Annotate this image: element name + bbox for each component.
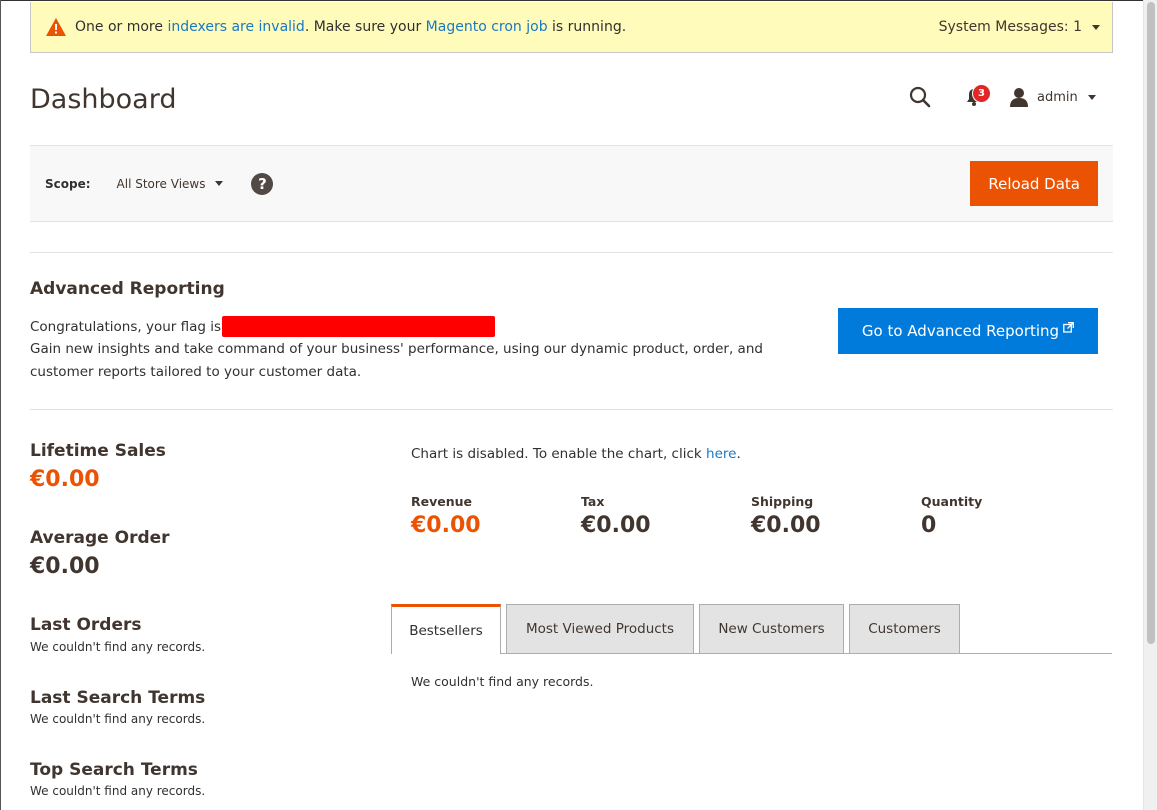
divider <box>30 409 1113 410</box>
chevron-down-icon <box>215 181 224 186</box>
search-button[interactable] <box>905 82 935 112</box>
last-orders-empty: We couldn't find any records. <box>30 640 206 654</box>
help-icon[interactable]: ? <box>251 172 274 195</box>
tab-bestsellers[interactable]: Bestsellers <box>391 604 501 654</box>
scrollbar-thumb[interactable] <box>1147 2 1155 644</box>
chevron-down-icon <box>1092 24 1100 30</box>
total-label: Quantity <box>921 494 983 509</box>
system-message-bar: One or more indexers are invalid. Make s… <box>30 2 1113 53</box>
system-messages-counter: System Messages: 1 <box>938 19 1082 35</box>
admin-user-menu[interactable]: admin <box>1009 87 1096 107</box>
advanced-reporting-title: Advanced Reporting <box>30 279 225 299</box>
reload-data-button[interactable]: Reload Data <box>970 161 1098 206</box>
total-label: Shipping <box>751 494 814 509</box>
dashboard-totals: Revenue €0.00 Tax €0.00 Shipping €0.00 Q… <box>411 494 1091 538</box>
last-orders-title: Last Orders <box>30 615 142 635</box>
store-view-selected: All Store Views <box>116 176 206 191</box>
divider <box>30 252 1113 253</box>
page-title: Dashboard <box>30 84 177 115</box>
notification-count-badge: 3 <box>972 84 991 103</box>
scrollbar[interactable] <box>1143 0 1157 810</box>
total-value: 0 <box>921 513 937 538</box>
total-revenue: Revenue €0.00 <box>411 494 581 538</box>
redacted-block <box>222 316 496 337</box>
notifications-button[interactable]: 3 <box>959 82 991 112</box>
last-search-terms-empty: We couldn't find any records. <box>30 712 206 726</box>
external-link-icon <box>1063 321 1075 333</box>
top-search-terms-title: Top Search Terms <box>30 760 198 780</box>
lifetime-sales-label: Lifetime Sales <box>30 441 166 461</box>
system-message-text: One or more indexers are invalid. Make s… <box>75 19 627 35</box>
total-tax: Tax €0.00 <box>581 494 751 538</box>
total-value: €0.00 <box>581 513 651 538</box>
average-order-value: €0.00 <box>30 554 100 579</box>
total-shipping: Shipping €0.00 <box>751 494 921 538</box>
chart-disabled-message: Chart is disabled. To enable the chart, … <box>411 446 741 462</box>
scope-label: Scope: <box>45 176 91 191</box>
tab-new-customers[interactable]: New Customers <box>699 604 844 653</box>
search-icon <box>909 86 931 108</box>
tab-customers[interactable]: Customers <box>849 604 960 653</box>
advanced-reporting-description: Gain new insights and take command of yo… <box>30 341 763 380</box>
average-order-label: Average Order <box>30 528 170 548</box>
header-actions: 3 admin <box>905 82 1096 112</box>
dashboard-tabs: Bestsellers Most Viewed Products New Cus… <box>391 604 1112 654</box>
advanced-reporting-button-label: Go to Advanced Reporting <box>861 322 1060 340</box>
admin-username: admin <box>1037 89 1078 105</box>
top-search-terms-empty: We couldn't find any records. <box>30 784 206 798</box>
flag-text: Congratulations, your flag is <box>30 318 222 335</box>
tab-most-viewed-products[interactable]: Most Viewed Products <box>506 604 694 653</box>
tab-content-empty: We couldn't find any records. <box>411 674 594 689</box>
window-border-top <box>0 0 1157 1</box>
total-value: €0.00 <box>751 513 821 538</box>
total-label: Tax <box>581 494 605 509</box>
total-value: €0.00 <box>411 513 481 538</box>
total-label: Revenue <box>411 494 473 509</box>
enable-chart-link[interactable]: here <box>706 446 736 462</box>
user-icon <box>1010 88 1028 107</box>
last-search-terms-title: Last Search Terms <box>30 688 206 708</box>
window-border-left <box>0 0 1 810</box>
warning-icon <box>45 17 67 37</box>
store-view-switcher[interactable]: All Store Views <box>117 177 224 191</box>
system-messages-toggle[interactable]: System Messages: 1 <box>939 19 1100 35</box>
indexers-invalid-link[interactable]: indexers are invalid <box>167 19 304 35</box>
scope-bar: Scope: All Store Views ? Reload Data <box>30 145 1113 222</box>
total-quantity: Quantity 0 <box>921 494 1091 538</box>
advanced-reporting-flag: Congratulations, your flag is <box>30 316 496 337</box>
go-to-advanced-reporting-button[interactable]: Go to Advanced Reporting <box>838 308 1098 354</box>
chevron-down-icon <box>1087 94 1096 100</box>
cron-job-link[interactable]: Magento cron job <box>426 19 548 35</box>
lifetime-sales-value: €0.00 <box>30 467 100 492</box>
